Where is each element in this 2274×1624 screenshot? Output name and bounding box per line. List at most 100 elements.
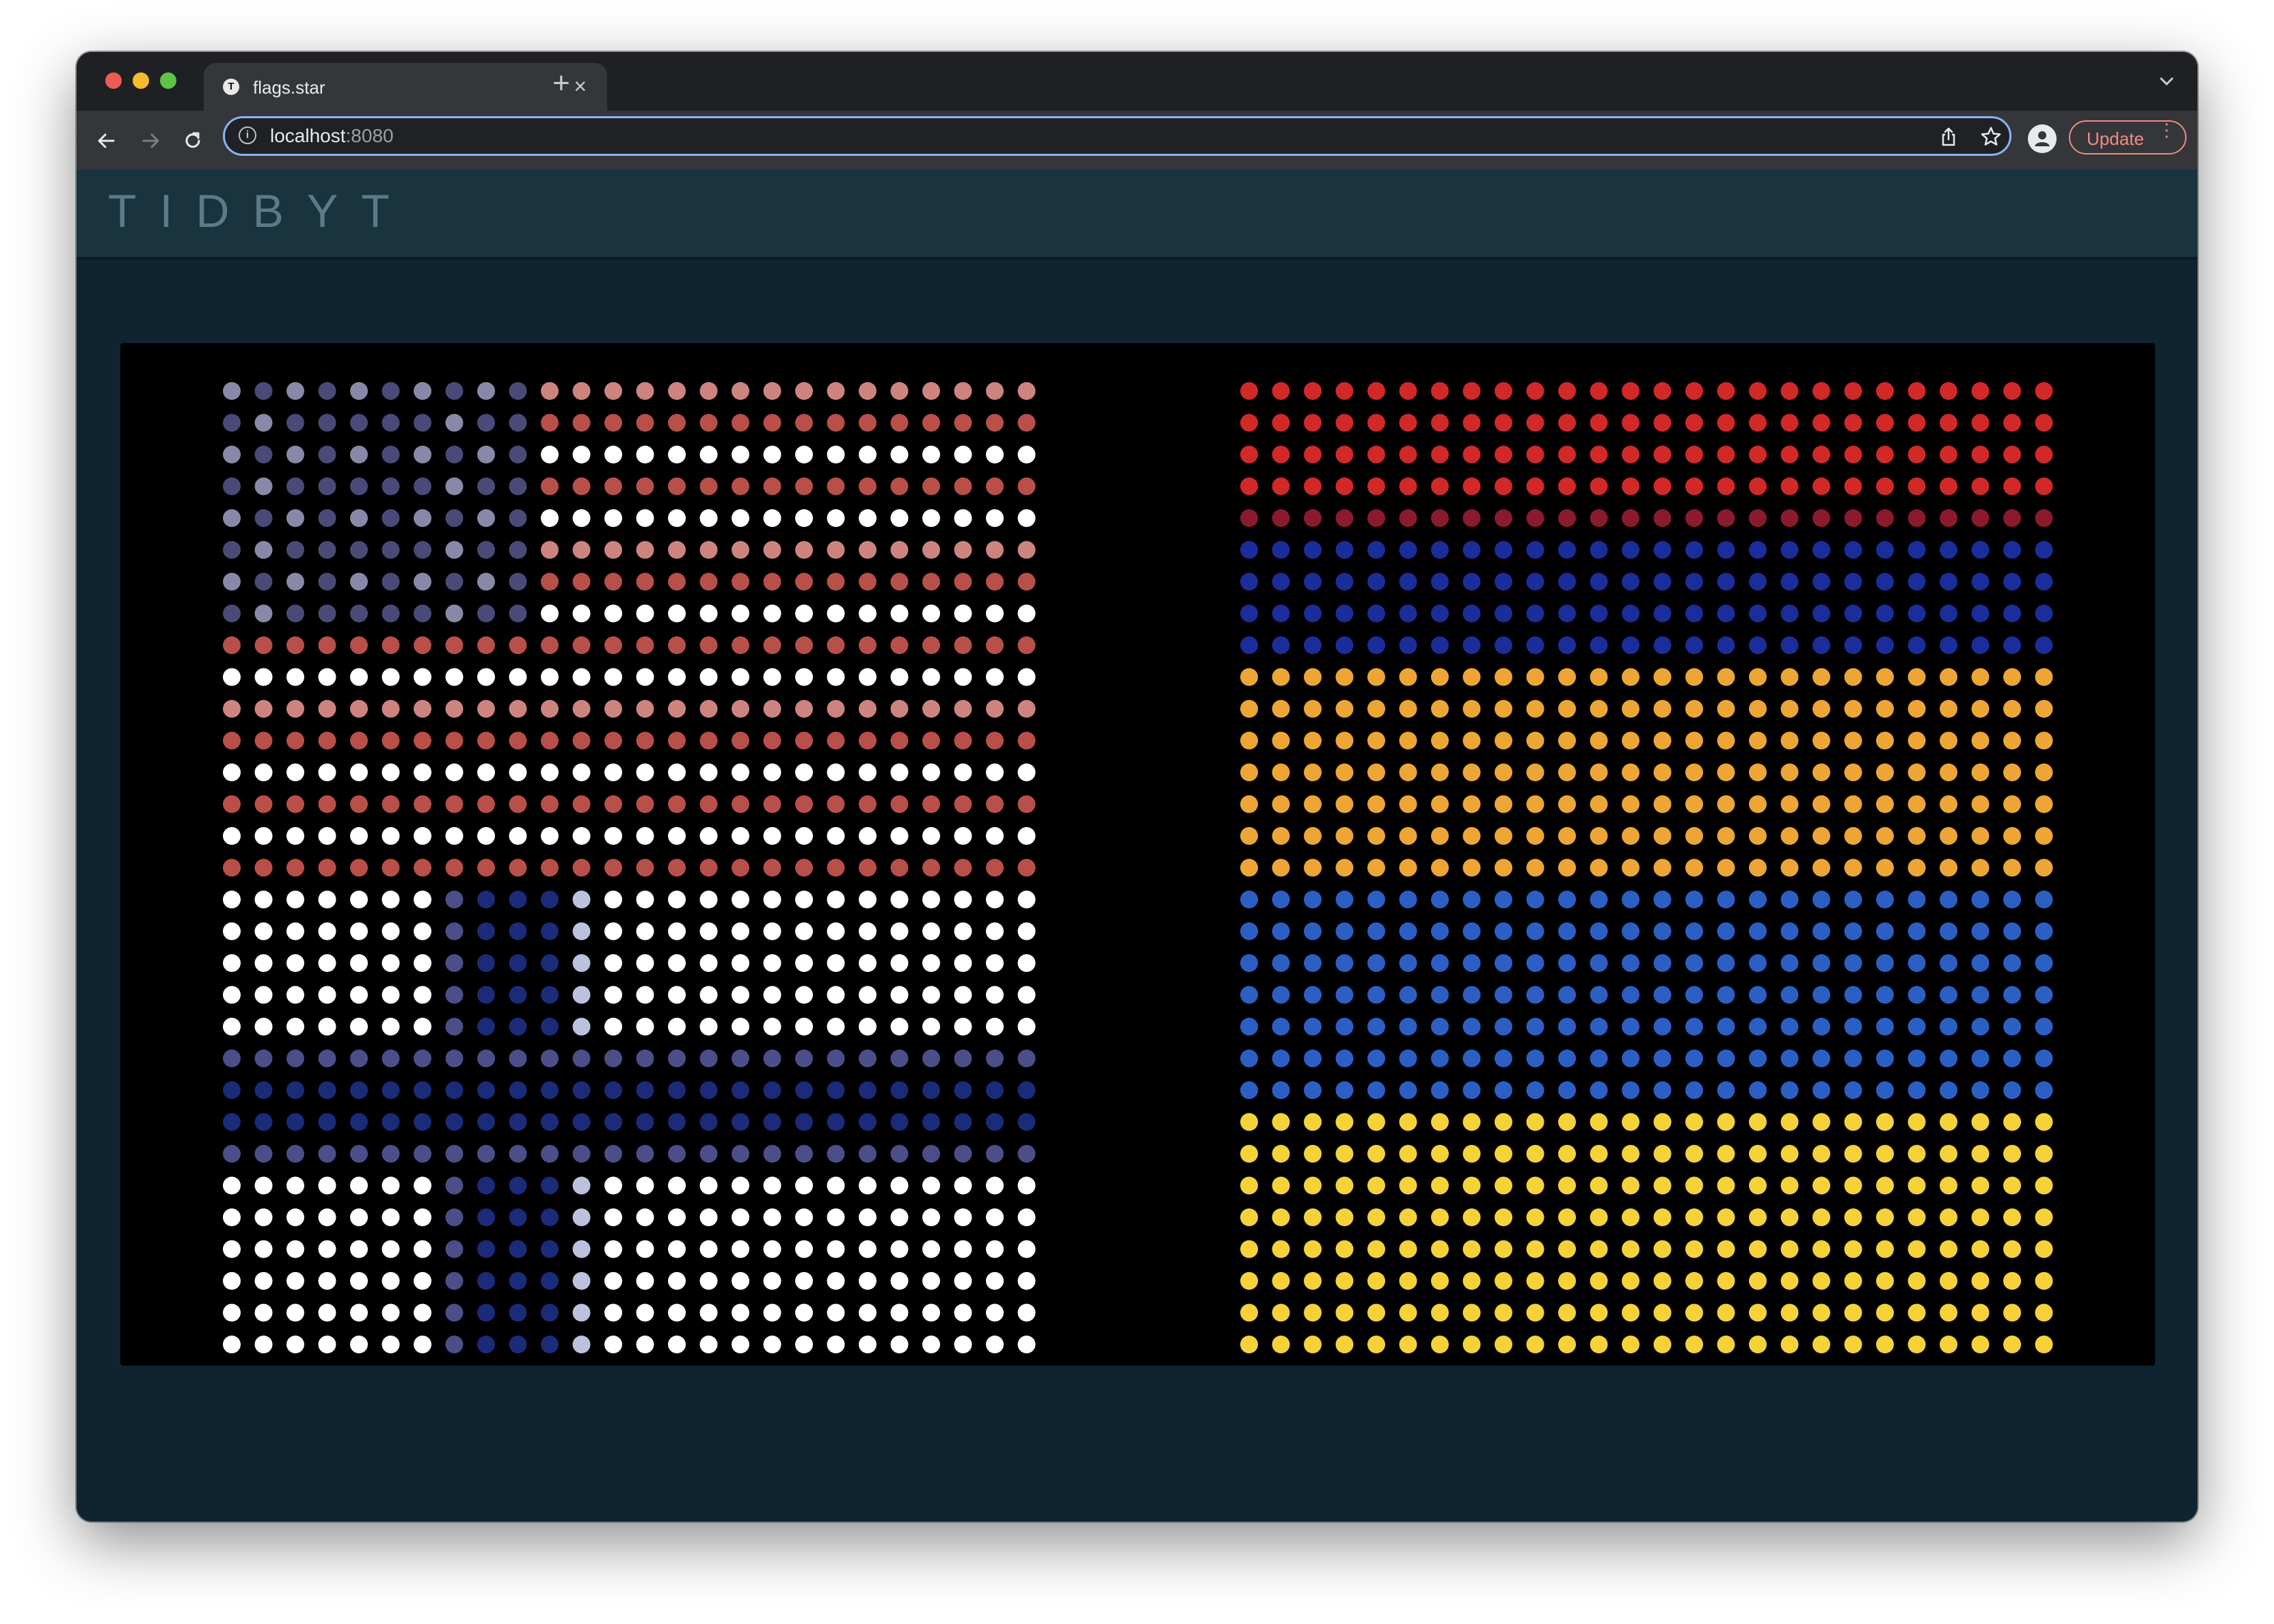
led-pixel <box>1685 541 1703 559</box>
led-pixel <box>350 1240 368 1258</box>
flag-finland <box>223 891 1036 1353</box>
led-pixel <box>254 668 273 686</box>
led-pixel <box>1462 382 1481 400</box>
led-pixel <box>1431 1049 1449 1068</box>
led-pixel <box>1526 1081 1544 1099</box>
led-pixel <box>859 954 877 972</box>
led-pixel <box>732 1049 749 1068</box>
led-pixel <box>1812 1145 1830 1163</box>
led-pixel <box>954 763 972 781</box>
led-pixel <box>1971 541 1990 559</box>
led-pixel <box>1431 1272 1449 1290</box>
led-pixel <box>1017 1240 1036 1258</box>
led-pixel <box>1526 1018 1544 1036</box>
site-info-icon[interactable]: i <box>239 126 256 144</box>
led-pixel <box>1017 604 1036 623</box>
led-pixel <box>699 954 718 972</box>
update-button[interactable]: Update ⋮ <box>2069 120 2186 154</box>
led-pixel <box>604 1176 622 1195</box>
led-pixel <box>1971 1113 1990 1131</box>
share-icon[interactable] <box>1937 125 1960 148</box>
bookmark-star-icon[interactable] <box>1979 125 2003 148</box>
led-pixel <box>477 414 495 432</box>
led-pixel <box>636 477 654 496</box>
led-pixel <box>763 1176 781 1195</box>
led-pixel <box>1495 414 1512 432</box>
close-window-button[interactable] <box>105 72 122 89</box>
led-pixel <box>668 668 686 686</box>
led-pixel <box>699 763 718 781</box>
led-pixel <box>1749 763 1767 781</box>
led-pixel <box>604 1336 622 1353</box>
minimize-window-button[interactable] <box>133 72 149 89</box>
led-pixel <box>1272 858 1290 877</box>
led-pixel <box>286 795 304 813</box>
back-icon[interactable] <box>93 127 120 154</box>
led-pixel <box>827 986 845 1004</box>
led-pixel <box>1495 922 1512 940</box>
led-pixel <box>954 922 972 940</box>
address-bar[interactable]: i localhost:8080 <box>223 116 2011 156</box>
led-pixel <box>541 1018 559 1036</box>
chevron-down-icon[interactable] <box>2156 71 2177 92</box>
led-pixel <box>1431 858 1449 877</box>
zoom-window-button[interactable] <box>160 72 176 89</box>
led-pixel <box>1749 636 1767 654</box>
forward-icon[interactable] <box>137 127 164 154</box>
led-pixel <box>954 700 972 718</box>
led-pixel <box>1685 1145 1703 1163</box>
led-pixel <box>2035 827 2053 845</box>
tab-flags[interactable]: T flags.star × <box>204 63 607 111</box>
profile-avatar-icon[interactable] <box>2028 124 2057 153</box>
led-pixel <box>350 795 368 813</box>
led-pixel <box>1495 891 1512 908</box>
led-pixel <box>732 414 749 432</box>
led-pixel <box>699 795 718 813</box>
led-pixel <box>1335 731 1354 750</box>
led-pixel <box>954 827 972 845</box>
led-pixel <box>254 1272 273 1290</box>
led-pixel <box>604 891 622 908</box>
led-pixel <box>986 1113 1004 1131</box>
led-pixel <box>541 858 559 877</box>
led-pixel <box>1780 604 1799 623</box>
led-pixel <box>1304 1018 1322 1036</box>
led-pixel <box>1495 954 1512 972</box>
led-pixel <box>1780 922 1799 940</box>
led-pixel <box>1844 541 1862 559</box>
new-tab-button[interactable]: + <box>552 68 570 98</box>
led-pixel <box>414 414 431 432</box>
led-pixel <box>1812 509 1830 527</box>
led-pixel <box>1558 1176 1576 1195</box>
led-pixel <box>732 922 749 940</box>
led-pixel <box>1876 700 1894 718</box>
led-pixel <box>2003 1081 2021 1099</box>
led-pixel <box>445 1208 464 1226</box>
led-pixel <box>1622 509 1640 527</box>
led-pixel <box>350 891 368 908</box>
led-pixel <box>699 668 718 686</box>
led-pixel <box>986 573 1004 591</box>
led-pixel <box>668 1176 686 1195</box>
led-pixel <box>1399 1049 1417 1068</box>
led-pixel <box>1335 1336 1354 1353</box>
led-pixel <box>1653 541 1672 559</box>
led-pixel <box>414 700 431 718</box>
led-pixel <box>1780 827 1799 845</box>
reload-icon[interactable] <box>179 127 206 154</box>
led-pixel <box>1940 477 1957 496</box>
led-pixel <box>795 795 813 813</box>
led-pixel <box>1526 604 1544 623</box>
close-tab-icon[interactable]: × <box>574 74 587 98</box>
led-pixel <box>350 541 368 559</box>
led-pixel <box>477 1113 495 1131</box>
led-pixel <box>1717 827 1735 845</box>
led-pixel <box>1780 382 1799 400</box>
led-pixel <box>1717 922 1735 940</box>
led-pixel <box>1431 1145 1449 1163</box>
led-pixel <box>1653 414 1672 432</box>
kebab-menu-icon[interactable]: ⋮ <box>2158 121 2176 139</box>
led-pixel <box>1335 1176 1354 1195</box>
url-text[interactable]: localhost:8080 <box>270 125 394 147</box>
led-pixel <box>1367 763 1385 781</box>
